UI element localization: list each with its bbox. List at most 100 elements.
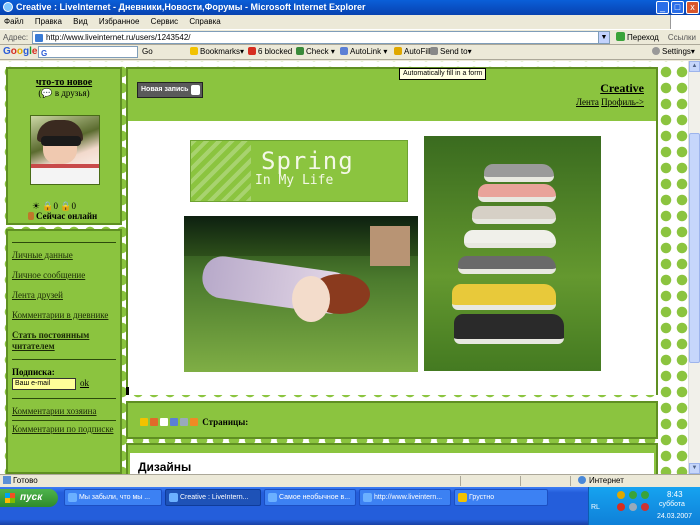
menu-file[interactable]: Файл [4,17,24,26]
check-icon [296,47,304,55]
banner-line2: In My Life [255,173,334,188]
menu-bar: Файл Правка Вид Избранное Сервис Справка [0,15,700,29]
tray-icon[interactable] [641,503,649,511]
girl-in-grass-photo [184,216,418,372]
clock-date: 24.03.2007 [657,513,693,520]
language-indicator[interactable]: RL [591,504,600,511]
pager: Страницы: [140,417,248,427]
google-logo: Google [3,46,38,57]
star-icon [140,418,148,426]
status-text: Готово [3,475,38,487]
popup-blocker-button[interactable]: 6 blocked [248,45,292,59]
autofill-button[interactable]: AutoFill [394,45,431,59]
maximize-button[interactable]: □ [671,1,684,14]
menu-help[interactable]: Справка [189,17,220,26]
browser-window: Creative : LiveInternet - Дневники,Новос… [0,0,700,525]
vertical-scrollbar[interactable]: ▲ ▼ [688,61,700,474]
page-icon [160,418,168,426]
window-title: Creative : LiveInternet - Дневники,Новос… [16,2,366,12]
nav-feed-link[interactable]: Лента [576,97,599,107]
divider [12,398,116,399]
sneakers-photo [424,136,601,371]
menu-tools[interactable]: Сервис [151,17,178,26]
bookmarks-button[interactable]: Bookmarks▾ [190,45,244,59]
address-label: Адрес: [3,33,29,42]
link-friends-feed[interactable]: Лента друзей [12,290,116,301]
globe-icon [578,476,586,484]
nav-profile-link[interactable]: Профиль-> [601,97,644,107]
tray-icon[interactable] [641,491,649,499]
designs-panel: Дизайны [126,443,658,474]
mail-icon [180,418,188,426]
page-icon [35,34,43,42]
profile-panel: что-то новое (💬 в друзья) ☀ 🔒0 🔒0 Сейчас… [6,67,122,225]
menu-edit[interactable]: Правка [35,17,62,26]
spring-banner-image: Spring In My Life [190,140,408,202]
autofill-tooltip: Automatically fill in a form [399,68,487,80]
smiley-icon [150,418,158,426]
minimize-button[interactable]: _ [656,1,669,14]
avatar[interactable] [30,115,100,185]
task-button[interactable]: Самое необычное в... [264,489,356,506]
tray-icon[interactable] [617,503,625,511]
task-button[interactable]: Мы забыли, что мы ... [64,489,162,506]
go-button[interactable]: Переход [616,30,659,45]
divider [12,242,116,243]
start-button[interactable]: пуск [0,489,58,507]
menu-favorites[interactable]: Избранное [99,17,140,26]
clock-day: суббота [659,501,685,508]
rss-icon [190,418,198,426]
add-friend-link[interactable]: (💬 в друзья) [12,88,116,99]
scroll-thumb[interactable] [689,133,700,363]
profile-name-link[interactable]: что-то новое [12,77,116,88]
ie-icon [3,2,13,12]
folder-icon [458,493,467,502]
email-field[interactable]: Ваш e-mail [12,378,76,390]
tray-icon[interactable] [629,503,637,511]
settings-button[interactable]: Settings▾ [652,45,695,59]
address-input[interactable]: http://www.liveinternet.ru/users/1243542… [32,31,610,44]
link-subscription-comments[interactable]: Комментарии по подписке [12,424,116,435]
user-icon [28,212,34,220]
profile-header: что-то новое (💬 в друзья) [12,73,116,99]
link-diary-comments[interactable]: Комментарии в дневнике [12,310,116,321]
task-button[interactable]: http://www.liveintern... [359,489,451,506]
close-button[interactable]: x [686,1,699,14]
menu-view[interactable]: Вид [73,17,87,26]
blog-nav: Лента Профиль-> [576,97,644,107]
google-go-button[interactable]: Go [142,45,153,59]
clock-time[interactable]: 8:43 [667,490,683,499]
autolink-icon [340,47,348,55]
new-post-button[interactable]: Новая запись [137,82,203,98]
page-viewport: что-то новое (💬 в друзья) ☀ 🔒0 🔒0 Сейчас… [0,61,688,474]
spellcheck-button[interactable]: Check ▾ [296,45,335,59]
blog-header: Новая запись Creative Лента Профиль-> [126,67,658,123]
link-owner-comments[interactable]: Комментарии хозяина [12,406,116,417]
google-search-input[interactable]: G [38,46,138,58]
send-to-button[interactable]: Send to▾ [430,45,472,59]
taskbar: пуск Мы забыли, что мы ... Creative : Li… [0,487,700,525]
subscribe-label: Подписка: [12,367,55,377]
pages-label: Страницы: [202,417,249,427]
pager-panel: Страницы: [126,401,658,439]
links-button[interactable]: Ссылки [668,30,696,45]
task-button-active[interactable]: Creative : LiveIntern... [165,489,261,506]
scroll-down-button[interactable]: ▼ [689,463,700,474]
divider [12,359,116,360]
google-toolbar: Google G Go Bookmarks▾ 6 blocked Check ▾… [0,45,700,60]
link-become-reader[interactable]: Стать постоянным читателем [12,330,116,352]
online-status: Сейчас онлайн [28,211,97,221]
task-button[interactable]: Грустно [454,489,548,506]
subscribe-ok-button[interactable]: ok [80,378,89,388]
link-personal-data[interactable]: Личные данные [12,250,116,261]
tray-icon[interactable] [629,491,637,499]
scroll-up-button[interactable]: ▲ [689,61,700,72]
google-search-prefix: G [41,49,48,58]
address-dropdown[interactable]: ▼ [598,31,610,44]
link-private-message[interactable]: Личное сообщение [12,270,116,281]
ie-icon [363,493,372,502]
tray-icon[interactable] [617,491,625,499]
blog-title[interactable]: Creative [600,81,644,96]
block-icon [248,47,256,55]
autolink-button[interactable]: AutoLink ▾ [340,45,387,59]
